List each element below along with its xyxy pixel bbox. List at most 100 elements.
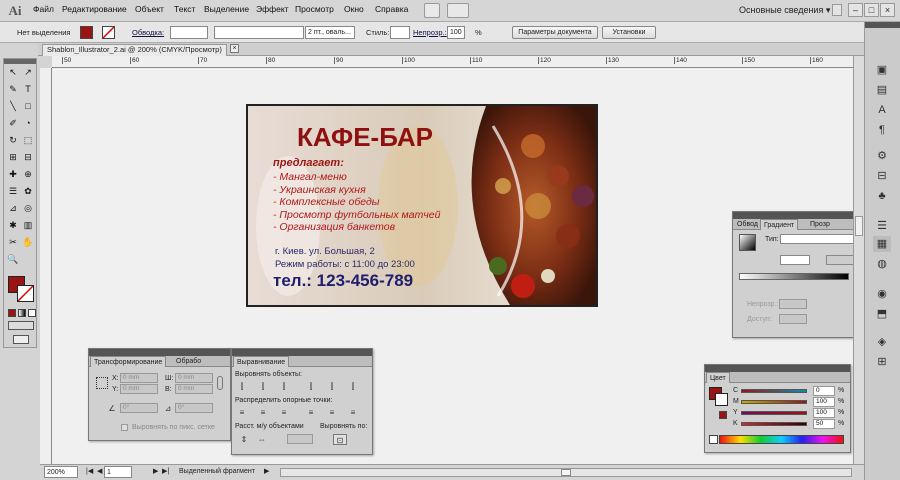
align-option-icon[interactable]: ⫿: [235, 381, 249, 392]
last-page-icon[interactable]: ▶|: [162, 467, 169, 475]
channel-value[interactable]: 100: [813, 397, 835, 407]
none-mode-icon[interactable]: [28, 309, 36, 317]
tool-button[interactable]: ✱: [6, 218, 20, 232]
horizontal-scrollbar[interactable]: [280, 468, 852, 477]
tool-button[interactable]: ⊕: [21, 167, 35, 181]
preferences-button[interactable]: Установки: [602, 26, 656, 39]
tool-button[interactable]: T: [21, 82, 35, 96]
status-menu-icon[interactable]: ▶: [264, 467, 269, 475]
tab-transparency[interactable]: Прозр: [807, 219, 833, 230]
channel-value[interactable]: 50: [813, 419, 835, 429]
prev-page-icon[interactable]: ◀: [97, 467, 102, 475]
layers-icon[interactable]: ▤: [873, 82, 891, 98]
out-of-gamut-icon[interactable]: [719, 411, 727, 419]
distribute-option-icon[interactable]: ≡: [346, 407, 360, 418]
gradient-icon[interactable]: ▦: [873, 236, 891, 252]
gradient-angle-field[interactable]: [780, 255, 810, 265]
stroke-color-swatch[interactable]: [17, 285, 34, 302]
align-option-icon[interactable]: ⫿: [256, 381, 270, 392]
align-option-icon[interactable]: ⫿: [304, 381, 318, 392]
tool-button[interactable]: ↻: [6, 133, 20, 147]
shear-field[interactable]: 0°: [175, 403, 213, 413]
tool-button[interactable]: ⊞: [6, 150, 20, 164]
y-field[interactable]: 0 mm: [120, 384, 158, 394]
tab-stroke[interactable]: Обвод: [734, 219, 761, 230]
distribute-option-icon[interactable]: ≡: [325, 407, 339, 418]
tab-color[interactable]: Цвет: [706, 372, 730, 383]
align-option-icon[interactable]: ⫿: [346, 381, 360, 392]
menu-file[interactable]: Файл: [33, 4, 54, 14]
spacing-field[interactable]: [287, 434, 313, 444]
distribute-option-icon[interactable]: ≡: [256, 407, 270, 418]
menu-window[interactable]: Окно: [344, 4, 364, 14]
menu-effect[interactable]: Эффект: [256, 4, 289, 14]
business-card-artboard[interactable]: КАФЕ-БАР предлагает: - Мангал-меню - Укр…: [246, 104, 598, 307]
workspace-switcher[interactable]: Основные сведения ▾: [739, 5, 830, 16]
tool-button[interactable]: ↗: [21, 65, 35, 79]
tab-transform[interactable]: Трансформирование: [90, 356, 167, 367]
height-field[interactable]: 0 mm: [175, 384, 213, 394]
channel-slider[interactable]: [741, 389, 807, 393]
tool-button[interactable]: □: [21, 99, 35, 113]
paragraph-icon[interactable]: ¶: [873, 122, 891, 138]
gradient-aspect-field[interactable]: [826, 255, 856, 265]
document-settings-button[interactable]: Параметры документа: [512, 26, 598, 39]
width-field[interactable]: 0 mm: [175, 373, 213, 383]
navigator-icon[interactable]: ◉: [873, 286, 891, 302]
gradient-preview[interactable]: [739, 234, 756, 251]
next-page-icon[interactable]: ▶: [153, 467, 158, 475]
tool-button[interactable]: ▥: [21, 218, 35, 232]
tool-button[interactable]: ⬚: [21, 133, 35, 147]
menu-help[interactable]: Справка: [375, 4, 408, 14]
menu-select[interactable]: Выделение: [204, 4, 249, 14]
opacity-label[interactable]: Непрозр.:: [413, 28, 447, 37]
tab-align[interactable]: Выравнивание: [233, 356, 290, 367]
align-option-icon[interactable]: ⫿: [325, 381, 339, 392]
vertical-scrollbar[interactable]: [853, 56, 864, 464]
tool-button[interactable]: ⊟: [21, 150, 35, 164]
menu-view[interactable]: Просмотр: [295, 4, 334, 14]
tool-button[interactable]: ◎: [21, 201, 35, 215]
document-tab[interactable]: Shablon_Illustrator_2.ai @ 200% (CMYK/Пр…: [42, 44, 227, 56]
variable-width-field[interactable]: [214, 26, 304, 39]
none-color-icon[interactable]: [709, 435, 718, 444]
channel-slider[interactable]: [741, 422, 807, 426]
channel-value[interactable]: 100: [813, 408, 835, 418]
transparency-icon[interactable]: ◍: [873, 256, 891, 272]
tool-button[interactable]: ✎: [6, 82, 20, 96]
channel-slider[interactable]: [741, 411, 807, 415]
color-stroke-swatch[interactable]: [715, 393, 728, 406]
color-mode-icon[interactable]: [8, 309, 16, 317]
style-field[interactable]: [390, 26, 410, 39]
color-guide-icon[interactable]: ▣: [873, 62, 891, 78]
color-spectrum[interactable]: [719, 435, 844, 444]
brush-field[interactable]: 2 пт., оваль...: [305, 26, 355, 39]
reference-point-icon[interactable]: [96, 377, 108, 389]
tool-button[interactable]: [21, 252, 35, 266]
menu-object[interactable]: Объект: [135, 4, 164, 14]
bridge-button[interactable]: [424, 3, 440, 18]
stroke-label[interactable]: Обводка:: [132, 28, 164, 37]
link-icon[interactable]: [217, 376, 223, 390]
appearance-icon[interactable]: ⚙: [873, 148, 891, 164]
tool-button[interactable]: ✚: [6, 167, 20, 181]
maximize-button[interactable]: □: [864, 3, 879, 17]
minimize-button[interactable]: –: [848, 3, 863, 17]
scrollbar-thumb[interactable]: [561, 469, 571, 476]
tool-button[interactable]: ↖: [6, 65, 20, 79]
angle-field[interactable]: 0°: [120, 403, 158, 413]
symbols-icon[interactable]: ♣: [873, 188, 891, 204]
opacity-field[interactable]: 100: [447, 26, 465, 39]
gradient-slider[interactable]: [739, 273, 849, 280]
stroke-weight-field[interactable]: [170, 26, 208, 39]
tool-button[interactable]: ✿: [21, 184, 35, 198]
tool-button[interactable]: ⊿: [6, 201, 20, 215]
tool-button[interactable]: ✐: [6, 116, 20, 130]
draw-mode-icon[interactable]: [8, 321, 34, 330]
distribute-option-icon[interactable]: ≡: [304, 407, 318, 418]
channel-slider[interactable]: [741, 400, 807, 404]
menu-edit[interactable]: Редактирование: [62, 4, 127, 14]
zoom-field[interactable]: 200%: [44, 466, 78, 478]
first-page-icon[interactable]: |◀: [86, 467, 93, 475]
screen-mode-icon[interactable]: [13, 335, 29, 344]
